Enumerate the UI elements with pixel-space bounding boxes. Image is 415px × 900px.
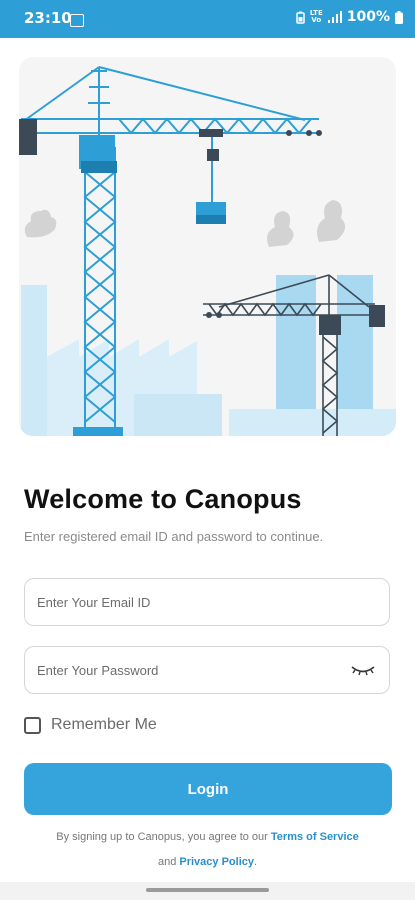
battery-icon xyxy=(395,10,403,24)
email-field[interactable] xyxy=(24,578,390,626)
page-title: Welcome to Canopus xyxy=(24,484,302,514)
signal-icon xyxy=(327,11,342,23)
hero-illustration xyxy=(19,57,396,436)
terms-of-service-link[interactable]: Terms of Service xyxy=(271,831,359,843)
battery-saver-icon xyxy=(296,11,305,24)
password-input[interactable] xyxy=(37,647,337,693)
gallery-icon xyxy=(70,14,84,27)
terms-suffix: . xyxy=(253,856,258,868)
terms-prefix: By signing up to Canopus, you agree to o… xyxy=(56,831,268,843)
status-bar: 23:10 LTE Vo 100% xyxy=(0,0,415,38)
terms-and: and xyxy=(157,856,177,868)
battery-percent: 100% xyxy=(346,9,390,25)
status-time: 23:10 xyxy=(24,9,72,27)
password-field[interactable] xyxy=(24,646,390,694)
status-indicators: LTE Vo 100% xyxy=(296,9,403,25)
volte-icon: LTE Vo xyxy=(310,10,323,24)
email-input[interactable] xyxy=(37,579,337,625)
eye-closed-icon[interactable] xyxy=(351,663,375,677)
remember-me[interactable]: Remember Me xyxy=(24,716,157,734)
network-label-bottom: Vo xyxy=(311,16,322,24)
terms-line: By signing up to Canopus, you agree to o… xyxy=(0,831,415,843)
privacy-line: and Privacy Policy. xyxy=(0,856,415,868)
remember-me-checkbox[interactable] xyxy=(24,716,41,734)
login-button[interactable]: Login xyxy=(24,763,392,815)
page-subtitle: Enter registered email ID and password t… xyxy=(24,529,324,544)
construction-cranes-illustration xyxy=(19,66,396,436)
privacy-policy-link[interactable]: Privacy Policy xyxy=(179,856,254,868)
remember-me-label: Remember Me xyxy=(51,716,157,733)
home-indicator[interactable] xyxy=(146,888,269,892)
